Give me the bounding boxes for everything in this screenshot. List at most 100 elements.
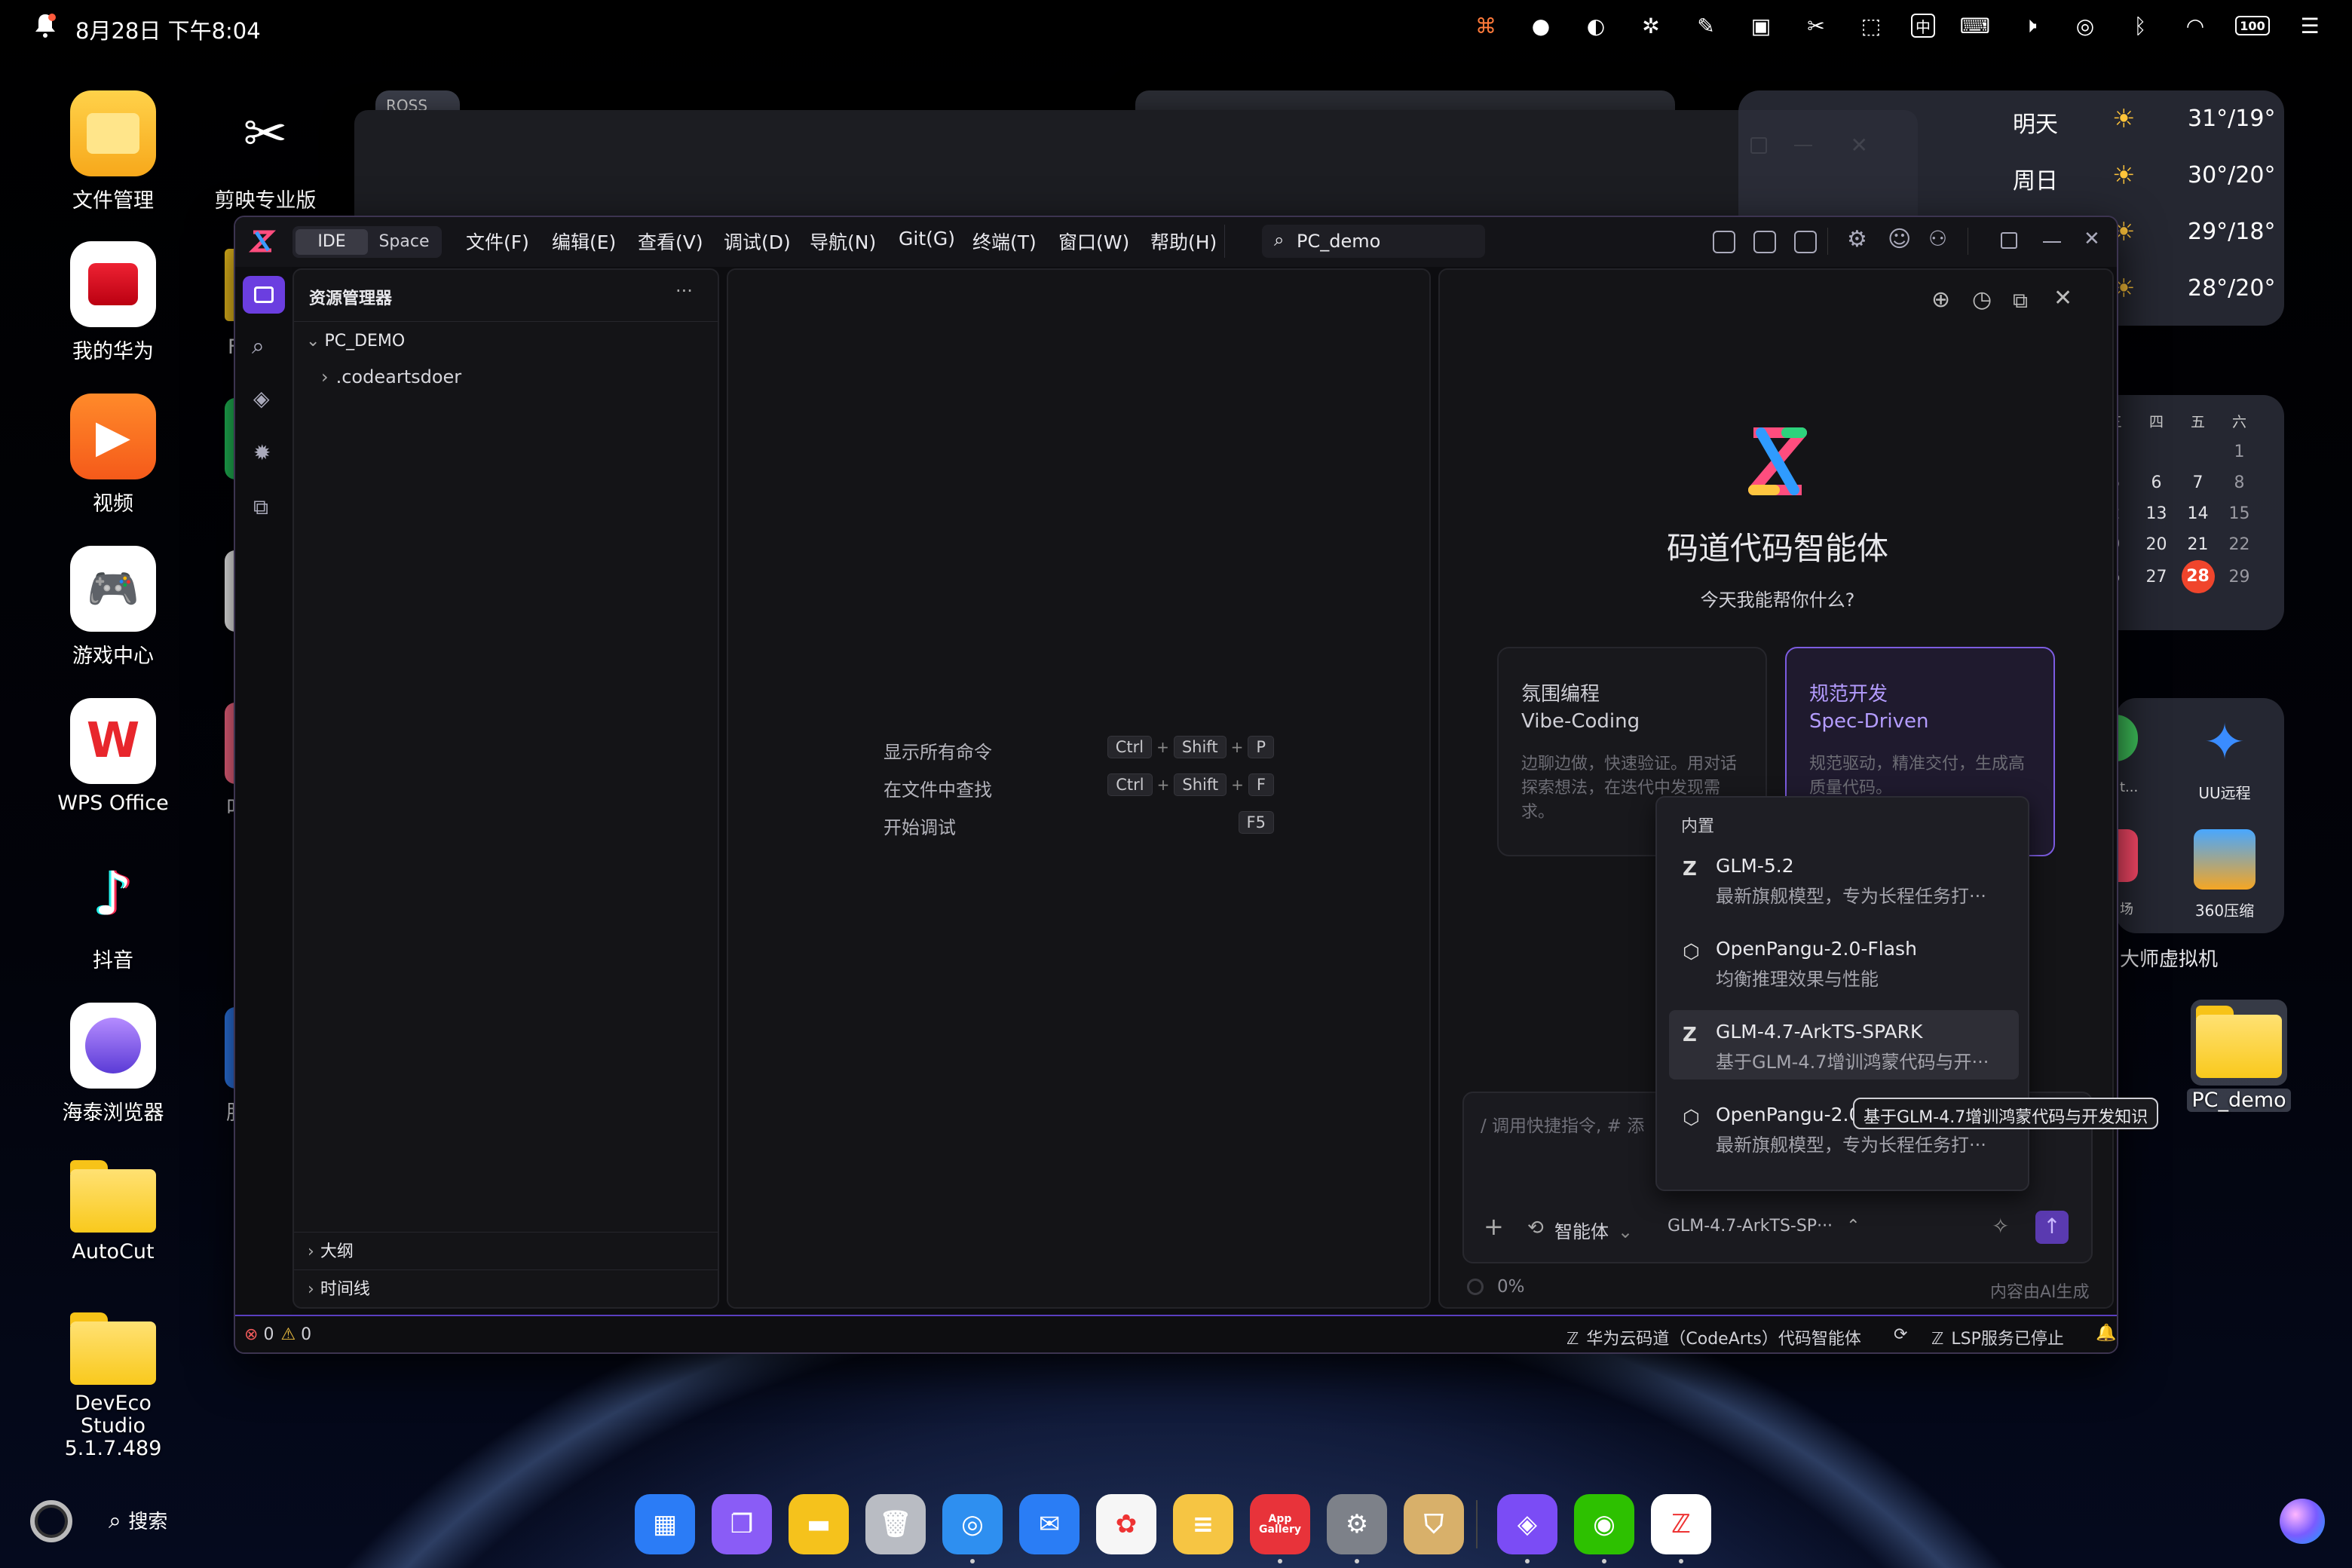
calendar-day[interactable]: 22: [2219, 529, 2260, 560]
tree-root-project[interactable]: ⌄ PC_DEMO: [302, 332, 713, 359]
extensions-icon[interactable]: ⧉: [253, 495, 268, 520]
model-option[interactable]: Z GLM-4.7-ArkTS-SPARK 基于GLM-4.7增训鸿蒙代码与开···: [1669, 1010, 2019, 1080]
desktop-app-my-huawei[interactable]: 我的华为: [53, 241, 173, 364]
taskbar-search[interactable]: ⌕ 搜索: [109, 1506, 167, 1534]
desktop-folder-deveco[interactable]: DevEco Studio 5.1.7.489: [53, 1306, 173, 1460]
sparkle-icon[interactable]: ✧: [1992, 1214, 2009, 1239]
window-restore-icon[interactable]: [2001, 232, 2017, 249]
history-icon[interactable]: ◷: [1972, 286, 1992, 313]
calendar-day[interactable]: 1: [2219, 436, 2260, 467]
toggle-secondary-sidebar-icon[interactable]: [1794, 231, 1817, 253]
menu-item[interactable]: Git(G): [899, 228, 955, 250]
settings-icon[interactable]: ⚙: [1327, 1494, 1387, 1554]
desktop-app-douyin[interactable]: ♪ 抖音: [53, 850, 173, 973]
shield-icon[interactable]: ⛉: [1404, 1494, 1464, 1554]
source-control-icon[interactable]: ◈: [253, 386, 270, 411]
shared-icon[interactable]: ✂: [1801, 11, 1831, 41]
mode-tab-space[interactable]: Space: [368, 229, 440, 255]
menu-item[interactable]: 文件(F): [466, 228, 529, 255]
close-panel-icon[interactable]: ✕: [2053, 285, 2072, 311]
calendar-day[interactable]: 8: [2219, 467, 2260, 498]
trash-icon[interactable]: 🗑: [865, 1494, 926, 1554]
wechat-icon[interactable]: ◉: [1574, 1494, 1634, 1554]
calendar-day[interactable]: 15: [2219, 498, 2260, 529]
photos-icon[interactable]: ✿: [1096, 1494, 1156, 1554]
menu-item[interactable]: 导航(N): [810, 228, 876, 255]
calendar-day[interactable]: 21: [2177, 529, 2219, 560]
mute-icon[interactable]: 🕨: [2015, 11, 2045, 41]
windows-icon[interactable]: ❐: [712, 1494, 772, 1554]
section-outline[interactable]: › 大纲: [302, 1238, 354, 1262]
calendar-day[interactable]: [2136, 436, 2177, 467]
window-minimize-icon[interactable]: [2043, 241, 2061, 243]
assistant-orb-icon[interactable]: [2280, 1499, 2325, 1544]
mixed-app-icon[interactable]: ⌘: [1471, 11, 1501, 41]
uu-remote-icon[interactable]: ✦: [2194, 713, 2256, 772]
note-icon[interactable]: ✎: [1691, 11, 1721, 41]
video-icon[interactable]: ▣: [1746, 11, 1776, 41]
apps-widget[interactable]: t... ✦ UU远程 场 360压缩: [2115, 698, 2284, 933]
more-actions-icon[interactable]: ···: [675, 280, 693, 302]
menu-item[interactable]: 帮助(H): [1150, 228, 1217, 255]
calendar-day[interactable]: [2177, 436, 2219, 467]
folder-icon[interactable]: ▬: [789, 1494, 849, 1554]
start-button-icon[interactable]: [30, 1500, 72, 1542]
add-attachment-icon[interactable]: +: [1484, 1212, 1504, 1241]
calendar-widget[interactable]: 三四五六15678213141592021226272829: [2096, 395, 2284, 630]
desktop-app-browser[interactable]: 海泰浏览器: [53, 1003, 173, 1125]
desktop-app-capcut[interactable]: ✂ 剪映专业版: [205, 90, 326, 213]
notification-bell-icon[interactable]: [33, 12, 57, 39]
model-selector[interactable]: GLM-4.7-ArkTS-SP··· ⌃: [1668, 1217, 1860, 1236]
codearts-icon[interactable]: ℤ: [1651, 1494, 1711, 1554]
toggle-panel-icon[interactable]: [1753, 231, 1776, 253]
desktop-app-wps[interactable]: W WPS Office: [53, 698, 173, 815]
settings-toggle-icon[interactable]: ☰: [2295, 11, 2325, 41]
app-gallery-icon[interactable]: App Gallery: [1250, 1494, 1310, 1554]
calendar-day[interactable]: 27: [2136, 560, 2177, 593]
deveco-icon[interactable]: ◈: [1497, 1494, 1557, 1554]
battery-icon[interactable]: 100: [2235, 16, 2270, 35]
app-grid-icon[interactable]: ▦: [635, 1494, 695, 1554]
screenshot-icon[interactable]: ⬚: [1856, 11, 1886, 41]
chat-input-placeholder[interactable]: / 调用快捷指令, # 添: [1481, 1111, 1644, 1137]
wifi-icon[interactable]: ◠: [2180, 11, 2210, 41]
desktop-app-video[interactable]: ▶ 视频: [53, 394, 173, 516]
calendar-day[interactable]: 28: [2177, 560, 2219, 593]
sync-icon[interactable]: ⟳: [1894, 1325, 1907, 1344]
desktop-app-files[interactable]: 文件管理: [53, 90, 173, 213]
calendar-day[interactable]: 14: [2177, 498, 2219, 529]
desktop-app-game-center[interactable]: 🎮 游戏中心: [53, 546, 173, 669]
send-button[interactable]: ↑: [2035, 1211, 2069, 1244]
keyboard-icon[interactable]: ⌨: [1960, 11, 1990, 41]
ide-window[interactable]: IDE Space 文件(F) 编辑(E) 查看(V) 调试(D) 导航(N) Git(G…: [234, 216, 2118, 1354]
calendar-day[interactable]: 13: [2136, 498, 2177, 529]
account-icon[interactable]: ⚇: [1928, 226, 1947, 251]
calendar-day[interactable]: 29: [2219, 560, 2260, 593]
agent-mode-selector[interactable]: 智能体 ⌄: [1554, 1217, 1633, 1243]
desktop-folder-autocut[interactable]: AutoCut: [53, 1153, 173, 1263]
zip-icon[interactable]: [2194, 829, 2256, 890]
calendar-day[interactable]: 7: [2177, 467, 2219, 498]
command-search[interactable]: ⌕ PC_demo: [1262, 225, 1485, 258]
calendar-day[interactable]: 6: [2136, 467, 2177, 498]
doc-app-icon[interactable]: ◐: [1581, 11, 1611, 41]
notes-icon[interactable]: ≡: [1173, 1494, 1233, 1554]
explorer-icon[interactable]: [243, 276, 285, 314]
wechat-icon[interactable]: ●: [1526, 11, 1556, 41]
window-close-icon[interactable]: ✕: [2084, 228, 2100, 250]
section-timeline[interactable]: › 时间线: [302, 1276, 370, 1300]
ime-cn-icon[interactable]: 中: [1911, 14, 1935, 38]
globe-icon[interactable]: ◎: [942, 1494, 1003, 1554]
menu-item[interactable]: 查看(V): [638, 228, 703, 255]
settings-gear-icon[interactable]: ⚙: [1847, 226, 1867, 253]
toggle-primary-sidebar-icon[interactable]: [1713, 231, 1735, 253]
mail-icon[interactable]: ✉: [1019, 1494, 1080, 1554]
tree-item-codeartsdoer[interactable]: › .codeartsdoer: [321, 366, 706, 394]
notifications-bell-icon[interactable]: 🔔: [2096, 1324, 2116, 1343]
open-in-editor-icon[interactable]: ⧉: [2013, 288, 2028, 314]
search-icon[interactable]: ⌕: [252, 333, 265, 360]
desktop-folder-pc-demo[interactable]: PC_demo: [2179, 1000, 2299, 1112]
model-option[interactable]: ⬡ OpenPangu-2.0-Flash 均衡推理效果与性能: [1669, 927, 2019, 997]
menu-item[interactable]: 调试(D): [724, 228, 791, 255]
agent-status[interactable]: ℤ 华为云码道（CodeArts）代码智能体: [1566, 1325, 1861, 1349]
